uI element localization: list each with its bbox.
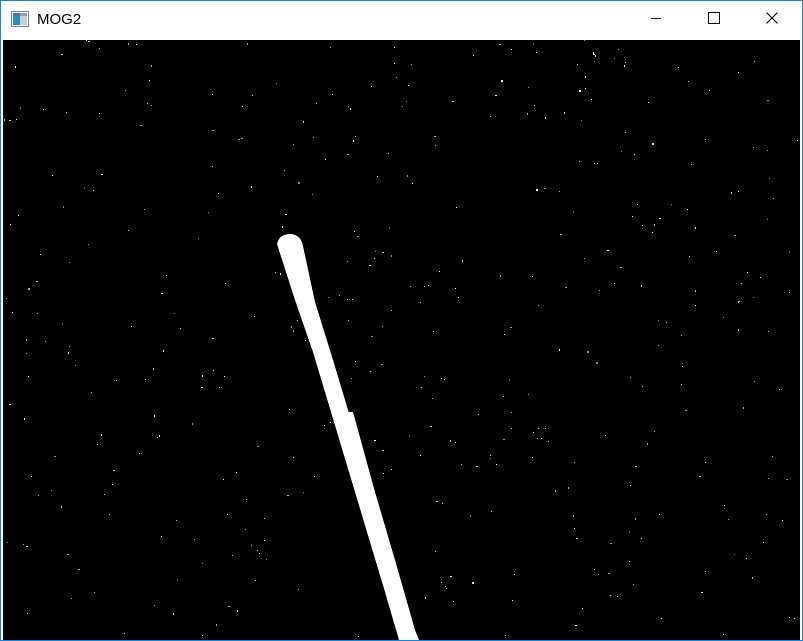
maximize-icon — [708, 11, 720, 29]
close-button[interactable] — [743, 1, 801, 39]
opencv-window-icon — [11, 11, 29, 27]
maximize-button[interactable] — [685, 1, 743, 39]
window-title: MOG2 — [37, 11, 82, 28]
close-icon — [766, 11, 778, 29]
opencv-window: MOG2 — [0, 0, 803, 641]
minimize-button[interactable] — [627, 1, 685, 39]
foreground-mask-image — [3, 40, 800, 640]
title-bar[interactable]: MOG2 — [1, 1, 802, 39]
minimize-icon — [650, 11, 662, 29]
